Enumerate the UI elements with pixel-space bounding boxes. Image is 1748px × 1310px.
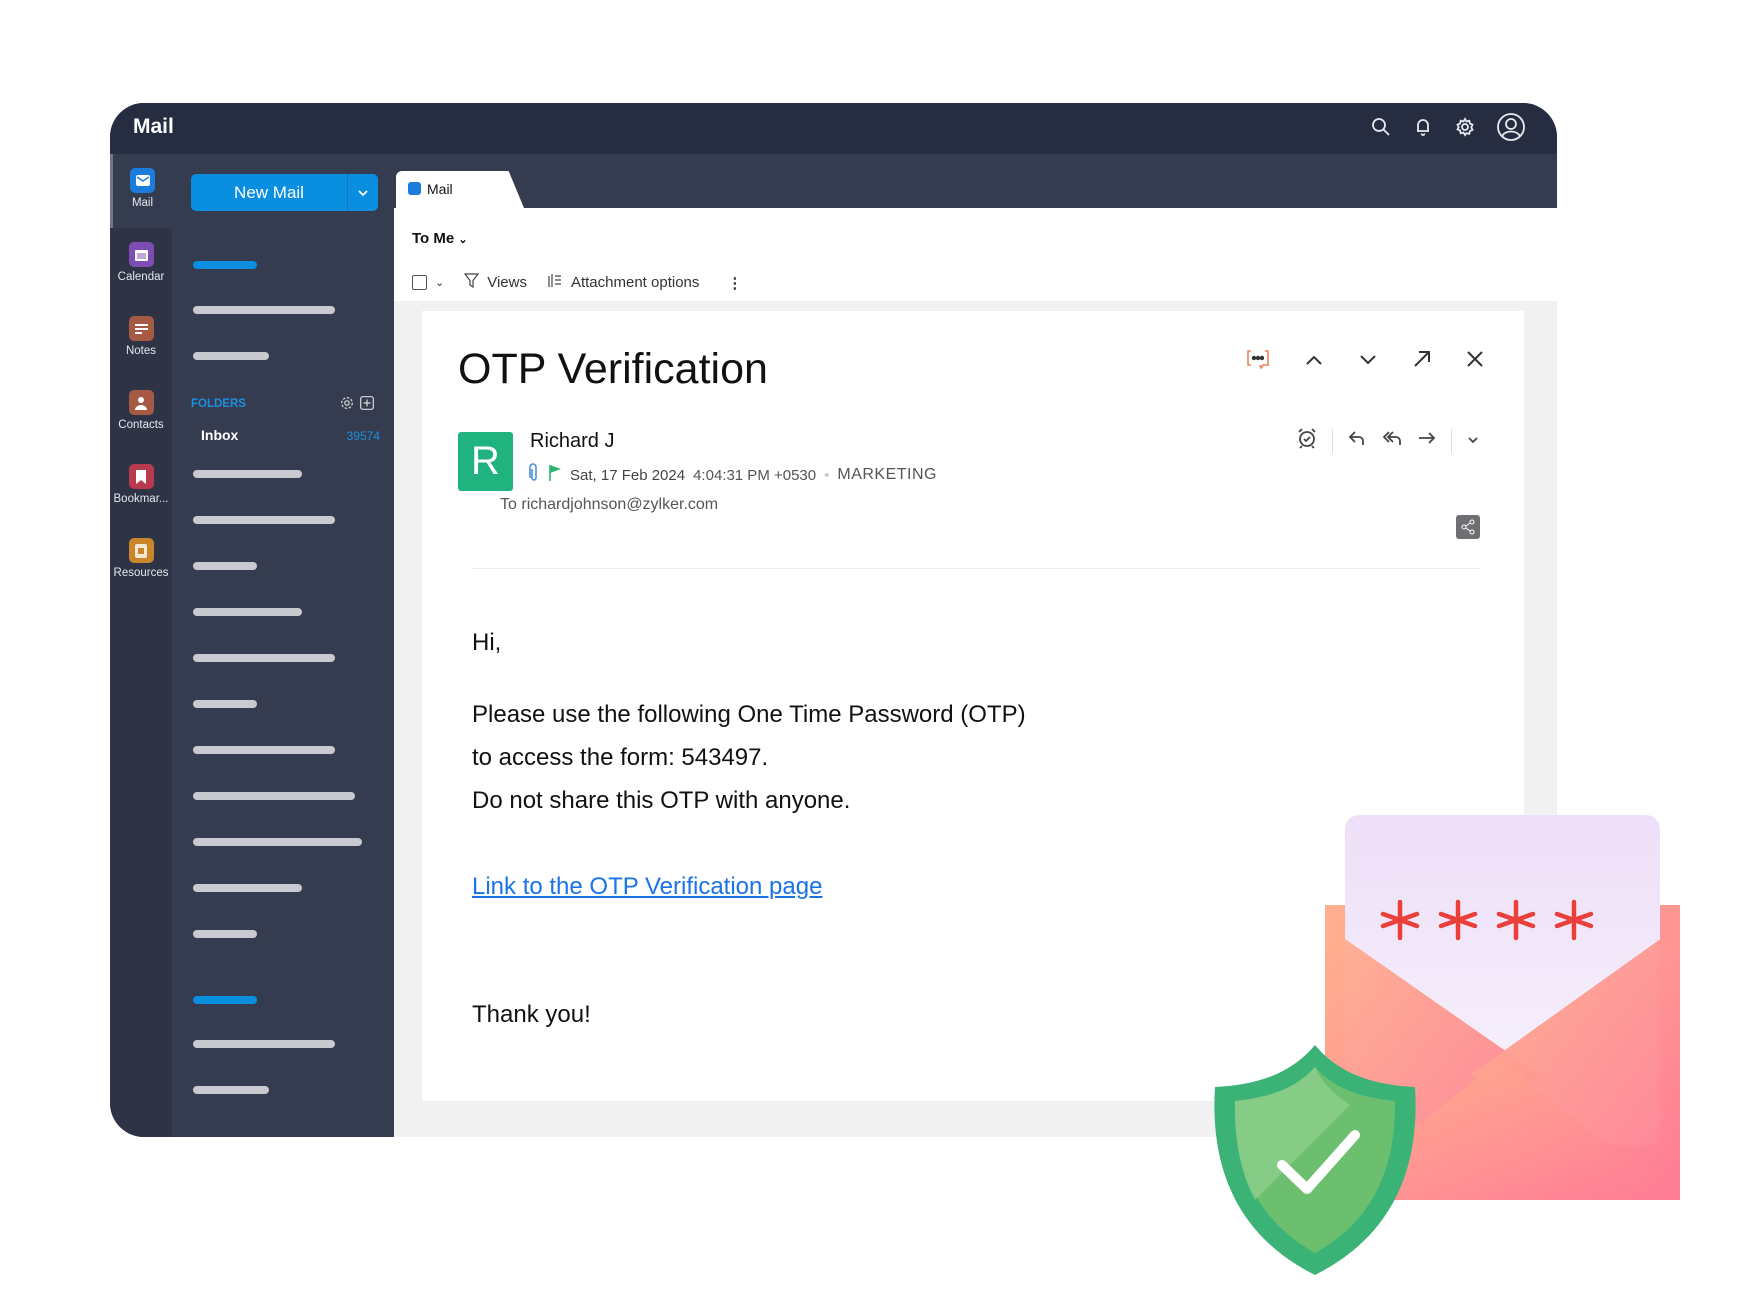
recipient-line: To richardjohnson@zylker.com (500, 496, 719, 513)
placeholder-bar (193, 608, 302, 616)
select-all-checkbox[interactable] (412, 275, 427, 290)
tab-strip: Mail (394, 154, 1557, 208)
inbox-count: 39574 (346, 429, 380, 443)
folders-header: FOLDERS (191, 398, 246, 410)
placeholder-bar (193, 470, 302, 478)
open-new-window-icon[interactable] (1412, 349, 1432, 374)
folder-settings-icon[interactable] (340, 396, 354, 415)
placeholder-bar (193, 746, 335, 754)
placeholder-bar (193, 838, 362, 846)
title-bar: Mail (110, 103, 1557, 154)
otp-verification-link[interactable]: Link to the OTP Verification page (472, 873, 822, 900)
mail-tab-icon (408, 182, 421, 195)
gear-icon[interactable] (1453, 115, 1477, 139)
folder-inbox[interactable]: Inbox (201, 427, 238, 443)
email-tag[interactable]: MARKETING (837, 466, 937, 484)
rail-item-calendar[interactable]: Calendar (110, 242, 172, 283)
placeholder-bar (193, 562, 257, 570)
email-line-3: Do not share this OTP with anyone. (472, 787, 851, 814)
reply-icon[interactable] (1347, 428, 1367, 453)
email-subject: OTP Verification (458, 345, 768, 393)
list-toolbar: To Me ⌄ ⌄ Views Attachment options ⋮ (394, 208, 1557, 301)
mail-icon (130, 168, 155, 193)
attachment-icon[interactable] (547, 273, 563, 292)
notes-icon (128, 316, 154, 341)
forward-icon[interactable] (1417, 428, 1437, 453)
previous-email-icon[interactable] (1304, 353, 1324, 371)
placeholder-bar (193, 930, 257, 938)
remind-me-icon[interactable] (1296, 427, 1318, 454)
attachment-options-button[interactable]: Attachment options (571, 274, 699, 291)
email-time: 4:04:31 PM +0530 (693, 466, 817, 484)
otp-envelope-illustration (1214, 815, 1680, 1275)
recipient-address[interactable]: richardjohnson@zylker.com (521, 496, 718, 513)
contacts-icon (128, 390, 154, 415)
email-date: Sat, 17 Feb 2024 (570, 466, 686, 484)
rail-item-resources[interactable]: Resources (110, 538, 172, 579)
new-mail-button[interactable]: New Mail (191, 174, 378, 211)
placeholder-bar (193, 996, 257, 1004)
more-options-icon[interactable]: ⋮ (727, 274, 742, 292)
placeholder-bar (193, 306, 335, 314)
placeholder-bar (193, 792, 355, 800)
header-divider (472, 568, 1480, 569)
tab-mail[interactable]: Mail (396, 171, 524, 208)
share-icon[interactable] (1456, 515, 1480, 539)
rail-item-bookmarks[interactable]: Bookmar... (110, 464, 172, 505)
reply-all-icon[interactable] (1381, 428, 1403, 453)
user-avatar-icon[interactable] (1495, 111, 1527, 143)
email-line-1: Please use the following One Time Passwo… (472, 701, 1026, 728)
flag-icon[interactable] (548, 464, 562, 486)
bookmark-icon (128, 464, 154, 489)
calendar-icon (128, 242, 154, 267)
search-icon[interactable] (1369, 115, 1393, 139)
bell-icon[interactable] (1411, 115, 1435, 139)
next-email-icon[interactable] (1358, 353, 1378, 371)
filter-dropdown[interactable]: To Me ⌄ (412, 230, 468, 247)
folder-pane: New Mail FOLDERS Inbox 39574 (172, 154, 394, 1137)
rail-item-mail[interactable]: Mail (110, 154, 172, 228)
placeholder-bar (193, 352, 269, 360)
rail-item-notes[interactable]: Notes (110, 316, 172, 357)
placeholder-bar (193, 654, 335, 662)
placeholder-bar (193, 1040, 335, 1048)
attachment-clip-icon[interactable] (528, 463, 540, 487)
add-folder-icon[interactable] (360, 396, 374, 415)
sender-avatar: R (458, 432, 513, 491)
rail-item-contacts[interactable]: Contacts (110, 390, 172, 431)
resources-icon (128, 538, 154, 563)
placeholder-bar (193, 700, 257, 708)
placeholder-bar (193, 261, 257, 269)
email-greeting: Hi, (472, 629, 502, 656)
new-mail-dropdown[interactable] (348, 174, 378, 211)
placeholder-bar (193, 516, 335, 524)
views-button[interactable]: Views (487, 274, 527, 291)
placeholder-bar (193, 884, 302, 892)
email-line-2: to access the form: 543497. (472, 744, 769, 771)
app-rail: Mail Calendar Notes Contacts Bookmar... … (110, 154, 172, 1137)
close-icon[interactable] (1466, 350, 1484, 373)
select-dropdown-icon[interactable]: ⌄ (435, 276, 444, 289)
app-title: Mail (133, 115, 174, 138)
thread-view-icon[interactable] (1246, 349, 1270, 374)
sender-name[interactable]: Richard J (530, 430, 614, 453)
more-actions-icon[interactable] (1466, 432, 1480, 450)
filter-icon[interactable] (464, 273, 480, 292)
email-closing: Thank you! (472, 1001, 591, 1028)
placeholder-bar (193, 1086, 269, 1094)
